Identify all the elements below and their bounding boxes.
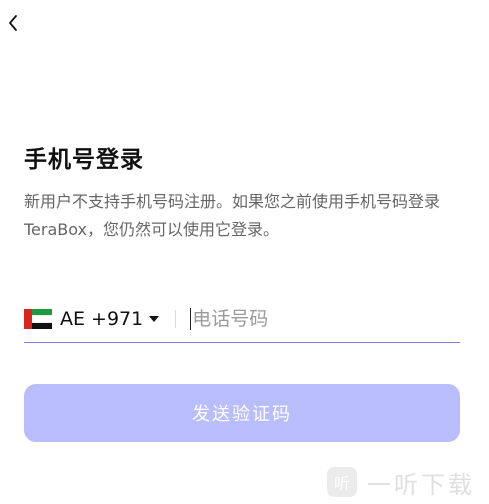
ting-icon: 听	[327, 467, 357, 497]
watermark-text: 一听下载	[367, 470, 475, 499]
country-code: AE +971	[60, 308, 144, 330]
uae-flag-icon	[24, 309, 52, 329]
back-button[interactable]	[2, 10, 24, 36]
send-code-button[interactable]: 发送验证码	[24, 384, 460, 442]
login-screen: 手机号登录 新用户不支持手机号码注册。如果您之前使用手机号码登录TeraBox，…	[0, 0, 489, 504]
login-description: 新用户不支持手机号码注册。如果您之前使用手机号码登录TeraBox，您仍然可以使…	[24, 192, 441, 239]
country-selector[interactable]: AE +971	[24, 302, 160, 336]
phone-number-input[interactable]	[192, 302, 460, 336]
phone-field-row: AE +971	[24, 296, 460, 343]
watermark: 听 一听下载	[327, 460, 489, 504]
caret-down-icon	[149, 316, 160, 322]
text-cursor	[190, 308, 192, 330]
page-title: 手机号登录	[24, 147, 144, 173]
field-divider	[175, 310, 177, 328]
chevron-left-icon	[9, 15, 17, 31]
